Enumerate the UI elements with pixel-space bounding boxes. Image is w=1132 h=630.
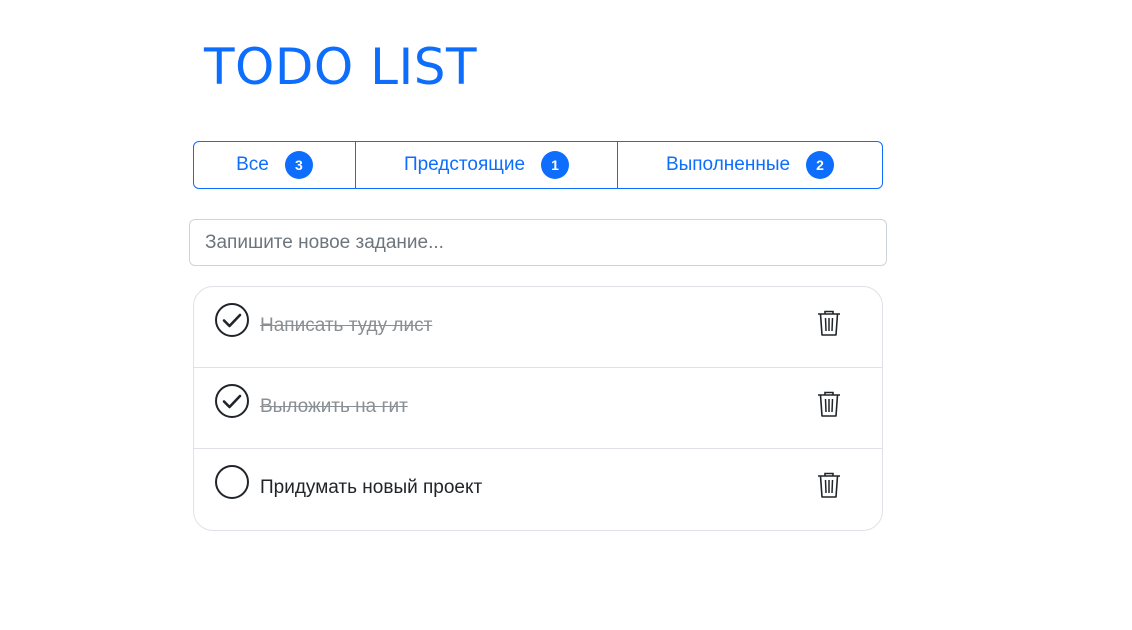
tab-completed-label: Выполненные xyxy=(665,154,791,175)
page-title: TODO LIST xyxy=(204,38,478,96)
new-task-input[interactable] xyxy=(189,219,887,266)
task-text: Написать туду лист xyxy=(260,315,433,336)
trash-icon[interactable] xyxy=(816,390,842,418)
tab-completed-count-badge: 2 xyxy=(806,151,835,179)
tab-completed[interactable]: Выполненные 2 xyxy=(617,141,883,189)
task-text: Выложить на гит xyxy=(260,396,408,417)
empty-circle-icon[interactable] xyxy=(214,464,250,500)
task-item: Выложить на гит xyxy=(194,368,882,449)
task-text: Придумать новый проект xyxy=(260,477,483,498)
trash-icon[interactable] xyxy=(816,471,842,499)
filter-tabs: Все 3 Предстоящие 1 Выполненные 2 xyxy=(193,141,883,189)
tab-upcoming-count-badge: 1 xyxy=(541,151,570,179)
check-circle-icon[interactable] xyxy=(214,302,250,338)
task-item: Написать туду лист xyxy=(194,287,882,368)
trash-icon[interactable] xyxy=(816,309,842,337)
task-item: Придумать новый проект xyxy=(194,449,882,530)
tab-all[interactable]: Все 3 xyxy=(193,141,356,189)
tab-upcoming-label: Предстоящие xyxy=(403,154,526,175)
tab-all-label: Все xyxy=(236,154,269,175)
check-circle-icon[interactable] xyxy=(214,383,250,419)
tab-all-count-badge: 3 xyxy=(284,151,313,179)
tab-upcoming[interactable]: Предстоящие 1 xyxy=(355,141,618,189)
task-list: Написать туду лист Выложить на гит Приду… xyxy=(193,286,883,531)
